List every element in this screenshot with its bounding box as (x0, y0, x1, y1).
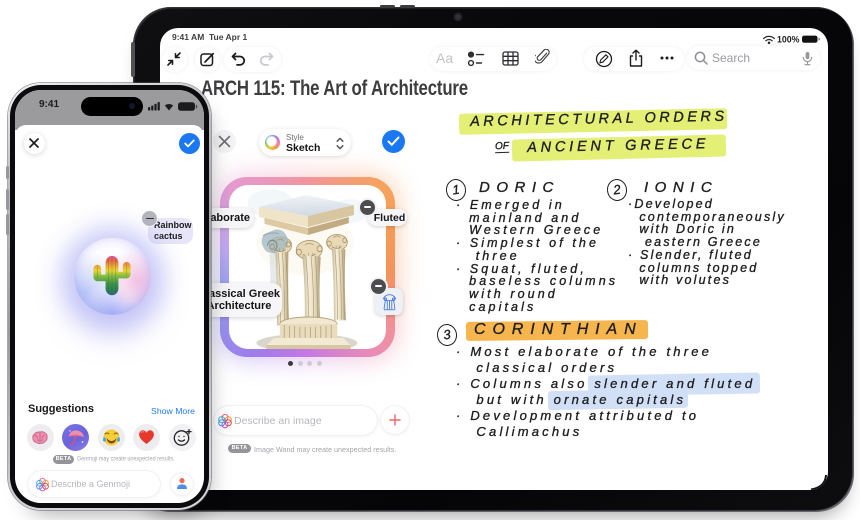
svg-text:100%: 100% (777, 35, 800, 45)
